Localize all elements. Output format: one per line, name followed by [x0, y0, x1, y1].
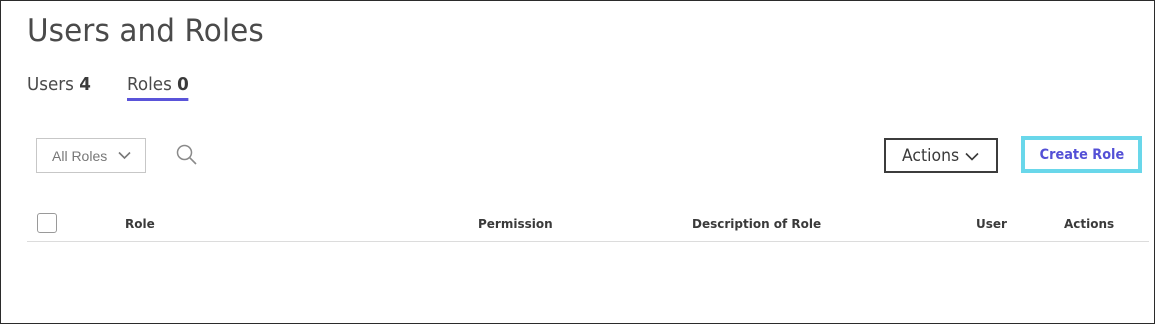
column-header-user[interactable]: User	[976, 217, 1007, 231]
create-role-button[interactable]: Create Role	[1021, 136, 1142, 173]
column-header-description[interactable]: Description of Role	[692, 217, 821, 231]
chevron-down-icon	[118, 151, 131, 160]
chevron-down-icon	[965, 152, 979, 161]
role-filter-value: All Roles	[52, 147, 108, 164]
tab-users[interactable]: Users 4	[27, 74, 91, 101]
tab-roles-label: Roles	[126, 74, 172, 95]
tab-roles[interactable]: Roles 0	[126, 74, 189, 101]
column-header-role[interactable]: Role	[125, 217, 155, 231]
column-header-permission[interactable]: Permission	[478, 217, 553, 231]
page-title: Users and Roles	[27, 13, 264, 49]
app-frame: Users and Roles Users 4 Roles 0 All Role…	[0, 0, 1155, 324]
actions-button-label: Actions	[902, 145, 960, 166]
column-header-actions: Actions	[1064, 217, 1115, 231]
select-all-checkbox[interactable]	[37, 213, 57, 233]
tab-roles-count: 0	[176, 74, 189, 95]
table-header: Role Permission Description of Role User…	[27, 206, 1149, 242]
create-role-label: Create Role	[1039, 146, 1124, 163]
actions-dropdown-button[interactable]: Actions	[884, 138, 998, 173]
tab-users-count: 4	[79, 74, 91, 95]
tab-users-label: Users	[27, 74, 74, 95]
search-icon[interactable]	[175, 143, 199, 167]
role-filter-select[interactable]: All Roles	[36, 138, 146, 173]
tab-bar: Users 4 Roles 0	[27, 74, 193, 101]
